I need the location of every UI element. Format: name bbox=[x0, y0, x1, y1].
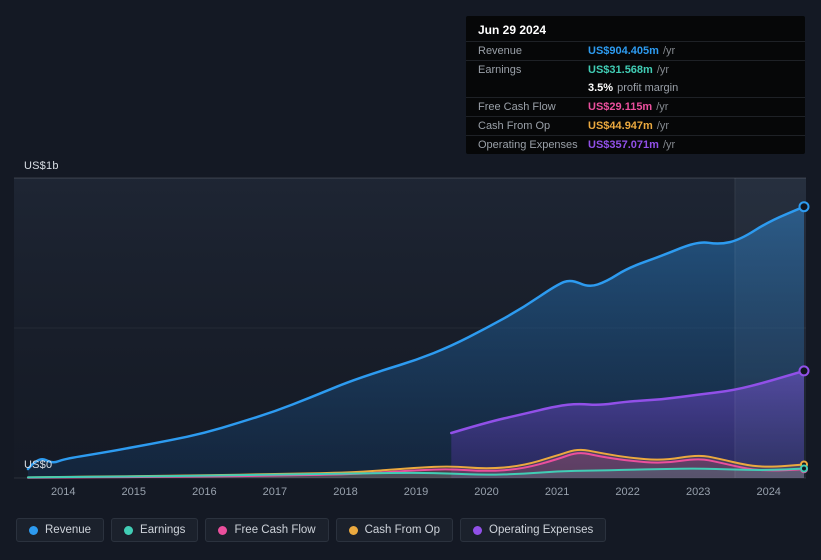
tooltip-label-cash-from-op: Cash From Op bbox=[478, 120, 551, 132]
tooltip-label-revenue: Revenue bbox=[478, 45, 523, 57]
tooltip-value-operating-expenses: US$357.071m bbox=[588, 139, 659, 151]
tooltip-label-earnings: Earnings bbox=[478, 64, 522, 76]
tooltip-row-operating-expenses: Operating Expenses US$357.071m /yr bbox=[466, 135, 805, 154]
x-tick-label: 2017 bbox=[263, 486, 287, 498]
x-tick-label: 2014 bbox=[51, 486, 75, 498]
tooltip-value-free-cash-flow: US$29.115m bbox=[588, 101, 653, 113]
tooltip-value-earnings: US$31.568m bbox=[588, 64, 653, 76]
tooltip-row-cash-from-op: Cash From Op US$44.947m /yr bbox=[466, 116, 805, 135]
chart-legend: Revenue Earnings Free Cash Flow Cash Fro… bbox=[16, 518, 607, 542]
tooltip-row-revenue: Revenue US$904.405m /yr bbox=[466, 41, 805, 60]
legend-label-revenue: Revenue bbox=[45, 524, 92, 536]
tooltip-suffix-cash-from-op: /yr bbox=[656, 120, 670, 132]
y-axis-max-label: US$1b bbox=[24, 160, 59, 172]
tooltip-value-cash-from-op: US$44.947m bbox=[588, 120, 653, 132]
revenue-end-marker bbox=[798, 201, 810, 213]
tooltip-suffix-earnings: /yr bbox=[656, 64, 670, 76]
operating-expenses-color-dot bbox=[473, 525, 483, 535]
x-tick-label: 2023 bbox=[686, 486, 710, 498]
legend-label-free-cash-flow: Free Cash Flow bbox=[234, 524, 316, 536]
x-tick-label: 2021 bbox=[545, 486, 569, 498]
revenue-color-dot bbox=[29, 525, 38, 535]
profit-margin-label: profit margin bbox=[617, 82, 679, 94]
tooltip-row-profit-margin: 3.5% profit margin bbox=[466, 79, 805, 97]
tooltip-label-free-cash-flow: Free Cash Flow bbox=[478, 101, 556, 113]
x-tick-label: 2024 bbox=[756, 486, 780, 498]
y-axis-min-label: US$0 bbox=[24, 459, 53, 471]
tooltip-row-earnings: Earnings US$31.568m /yr bbox=[466, 60, 805, 79]
legend-item-operating-expenses[interactable]: Operating Expenses bbox=[460, 518, 607, 542]
earnings-end-marker bbox=[800, 464, 808, 473]
legend-item-revenue[interactable]: Revenue bbox=[16, 518, 105, 542]
operating-expenses-end-marker bbox=[798, 365, 810, 377]
tooltip-date: Jun 29 2024 bbox=[478, 23, 547, 37]
legend-item-free-cash-flow[interactable]: Free Cash Flow bbox=[205, 518, 329, 542]
cash-from-op-color-dot bbox=[348, 525, 358, 535]
tooltip-label-operating-expenses: Operating Expenses bbox=[478, 139, 578, 151]
x-tick-label: 2018 bbox=[333, 486, 357, 498]
tooltip-value-revenue: US$904.405m bbox=[588, 45, 659, 57]
x-tick-label: 2020 bbox=[474, 486, 498, 498]
legend-item-cash-from-op[interactable]: Cash From Op bbox=[335, 518, 454, 542]
x-tick-label: 2019 bbox=[404, 486, 428, 498]
chart-tooltip: Jun 29 2024 Revenue US$904.405m /yr Earn… bbox=[466, 16, 805, 154]
tooltip-row-free-cash-flow: Free Cash Flow US$29.115m /yr bbox=[466, 97, 805, 116]
x-tick-label: 2022 bbox=[615, 486, 639, 498]
tooltip-suffix-operating-expenses: /yr bbox=[662, 139, 676, 151]
legend-item-earnings[interactable]: Earnings bbox=[111, 518, 199, 542]
highlight-band bbox=[734, 178, 806, 478]
earnings-color-dot bbox=[124, 525, 134, 535]
tooltip-suffix-free-cash-flow: /yr bbox=[656, 101, 669, 113]
legend-label-earnings: Earnings bbox=[140, 524, 186, 536]
tooltip-suffix-revenue: /yr bbox=[662, 45, 676, 57]
earnings-revenue-history-chart: 2014 2015 2016 2017 2018 2019 2020 2021 2022 2023… bbox=[0, 0, 821, 560]
profit-margin-value: 3.5% bbox=[588, 82, 614, 94]
legend-label-operating-expenses: Operating Expenses bbox=[489, 524, 594, 536]
legend-label-cash-from-op: Cash From Op bbox=[364, 524, 441, 536]
free-cash-flow-color-dot bbox=[218, 525, 228, 535]
x-tick-label: 2015 bbox=[122, 486, 146, 498]
x-tick-label: 2016 bbox=[192, 486, 216, 498]
